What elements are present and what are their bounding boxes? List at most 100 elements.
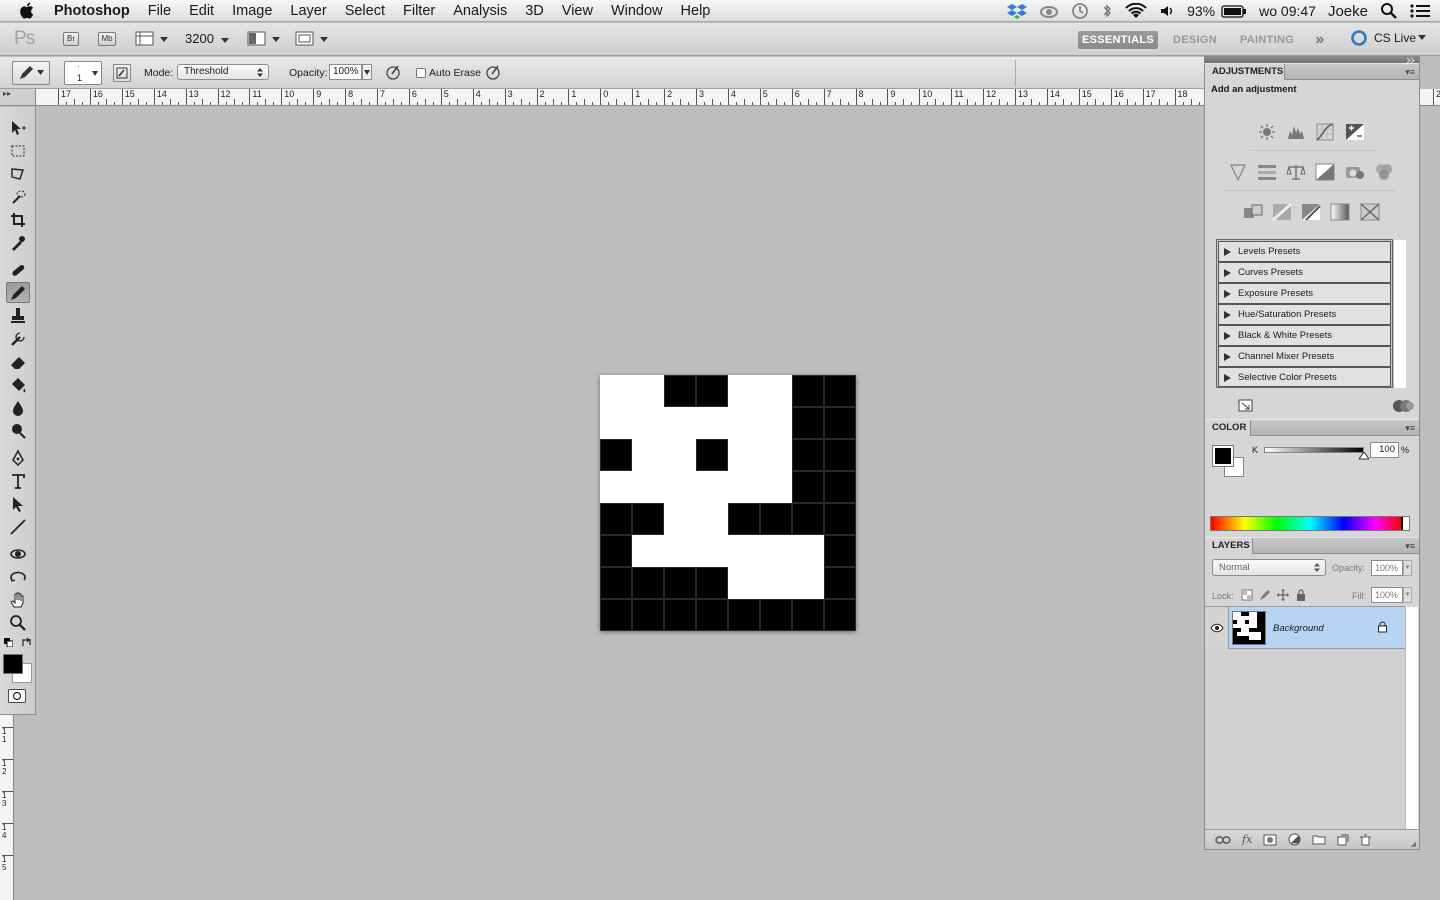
user-name[interactable]: Joeke: [1328, 3, 1368, 20]
layers-tab[interactable]: LAYERS: [1205, 538, 1253, 554]
auto-erase-checkbox[interactable]: [416, 68, 426, 78]
pixel-cell[interactable]: [600, 375, 632, 407]
pixel-cell[interactable]: [760, 599, 792, 631]
pixel-cell[interactable]: [696, 535, 728, 567]
clip-to-layer-icon[interactable]: [1392, 399, 1414, 414]
blend-mode-select[interactable]: Normal: [1212, 559, 1326, 576]
screen-mode-button[interactable]: [295, 31, 329, 47]
type-tool[interactable]: [6, 470, 30, 491]
pixel-cell[interactable]: [600, 567, 632, 599]
layer-visibility-eye-icon[interactable]: [1205, 607, 1229, 649]
pixel-cell[interactable]: [824, 503, 856, 535]
menu-edit[interactable]: Edit: [180, 0, 223, 22]
slider-thumb-icon[interactable]: [1359, 452, 1369, 460]
pixel-cell[interactable]: [632, 567, 664, 599]
workspace-essentials[interactable]: ESSENTIALS: [1078, 31, 1158, 49]
launch-bridge-button[interactable]: Br: [63, 32, 79, 46]
time-machine-icon[interactable]: [1071, 2, 1089, 20]
pixel-cell[interactable]: [632, 503, 664, 535]
layer-style-fx-icon[interactable]: fx: [1242, 833, 1252, 846]
pixel-cell[interactable]: [600, 471, 632, 503]
volume-icon[interactable]: [1159, 3, 1175, 19]
pixel-cell[interactable]: [696, 599, 728, 631]
bluetooth-icon[interactable]: [1101, 3, 1113, 19]
pixel-cell[interactable]: [664, 471, 696, 503]
pixel-cell[interactable]: [728, 439, 760, 471]
pressure-size-icon[interactable]: [484, 63, 502, 81]
pixel-cell[interactable]: [632, 599, 664, 631]
quick-selection-tool[interactable]: [6, 186, 30, 207]
pixel-cell[interactable]: [696, 407, 728, 439]
pixel-cell[interactable]: [824, 471, 856, 503]
pixel-cell[interactable]: [600, 599, 632, 631]
pixel-cell[interactable]: [632, 471, 664, 503]
new-layer-icon[interactable]: [1337, 834, 1349, 846]
document-canvas[interactable]: [600, 375, 856, 631]
pixel-cell[interactable]: [600, 503, 632, 535]
new-group-folder-icon[interactable]: [1312, 834, 1326, 845]
pixel-cell[interactable]: [792, 567, 824, 599]
pixel-cell[interactable]: [664, 535, 696, 567]
zoom-tool[interactable]: [6, 612, 30, 633]
lock-all-icon[interactable]: [1295, 589, 1307, 601]
tool-preset-picker[interactable]: [12, 61, 50, 85]
pixel-cell[interactable]: [824, 407, 856, 439]
view-extras-button[interactable]: [135, 31, 169, 47]
menu-layer[interactable]: Layer: [281, 0, 335, 22]
pixel-cell[interactable]: [792, 407, 824, 439]
layer-opacity-input[interactable]: 100%: [1371, 560, 1403, 576]
link-layers-icon[interactable]: [1215, 835, 1231, 845]
layers-scrollbar[interactable]: [1405, 607, 1418, 829]
lock-position-icon[interactable]: [1277, 589, 1289, 601]
eraser-tool[interactable]: [6, 351, 30, 372]
paint-bucket-tool[interactable]: [6, 374, 30, 395]
path-selection-tool[interactable]: [6, 493, 30, 514]
swap-colors-icon[interactable]: [21, 637, 32, 648]
healing-brush-tool[interactable]: [6, 259, 30, 280]
spotlight-search-icon[interactable]: [1380, 2, 1398, 20]
hand-tool[interactable]: [6, 589, 30, 610]
return-to-list-icon[interactable]: [1238, 399, 1256, 414]
opacity-input[interactable]: 100%: [329, 64, 362, 80]
pixel-cell[interactable]: [664, 375, 696, 407]
pixel-cell[interactable]: [760, 503, 792, 535]
black-white-icon[interactable]: [1315, 163, 1335, 181]
pixel-cell[interactable]: [632, 407, 664, 439]
more-workspaces-button[interactable]: »: [1308, 31, 1332, 49]
pixel-cell[interactable]: [600, 407, 632, 439]
layer-row-background[interactable]: Background: [1205, 607, 1405, 649]
clock[interactable]: wo 09:47: [1259, 3, 1316, 19]
foreground-color-swatch[interactable]: [3, 654, 23, 674]
k-slider[interactable]: [1264, 447, 1364, 453]
move-tool[interactable]: [6, 117, 30, 138]
3d-orbit-tool[interactable]: [6, 566, 30, 587]
pixel-cell[interactable]: [696, 471, 728, 503]
workspace-painting[interactable]: PAINTING: [1234, 31, 1300, 49]
3d-rotate-tool[interactable]: [6, 543, 30, 564]
clone-stamp-tool[interactable]: [6, 305, 30, 326]
notification-list-icon[interactable]: [1410, 3, 1430, 19]
pixel-cell[interactable]: [792, 471, 824, 503]
pixel-cell[interactable]: [824, 375, 856, 407]
mode-select[interactable]: Threshold: [177, 64, 269, 80]
pixel-cell[interactable]: [664, 567, 696, 599]
brightness-contrast-icon[interactable]: [1257, 123, 1277, 141]
pixel-cell[interactable]: [728, 375, 760, 407]
preset-black-white[interactable]: Black & White Presets: [1218, 325, 1391, 346]
pixel-cell[interactable]: [696, 567, 728, 599]
pixel-cell[interactable]: [760, 375, 792, 407]
channel-mixer-icon[interactable]: [1374, 163, 1394, 181]
panel-menu-icon[interactable]: ▾≡: [1405, 541, 1415, 552]
menu-image[interactable]: Image: [223, 0, 281, 22]
pixel-cell[interactable]: [696, 375, 728, 407]
quick-mask-button[interactable]: [8, 689, 26, 703]
pixel-cell[interactable]: [728, 567, 760, 599]
menu-window[interactable]: Window: [602, 0, 672, 22]
sync-icon[interactable]: [1039, 3, 1059, 19]
pixel-cell[interactable]: [760, 407, 792, 439]
cs-live-button[interactable]: CS Live: [1350, 29, 1427, 47]
preset-exposure[interactable]: Exposure Presets: [1218, 283, 1391, 304]
threshold-icon[interactable]: [1301, 203, 1321, 221]
launch-mini-bridge-button[interactable]: Mb: [98, 32, 116, 46]
lasso-tool[interactable]: [6, 163, 30, 184]
